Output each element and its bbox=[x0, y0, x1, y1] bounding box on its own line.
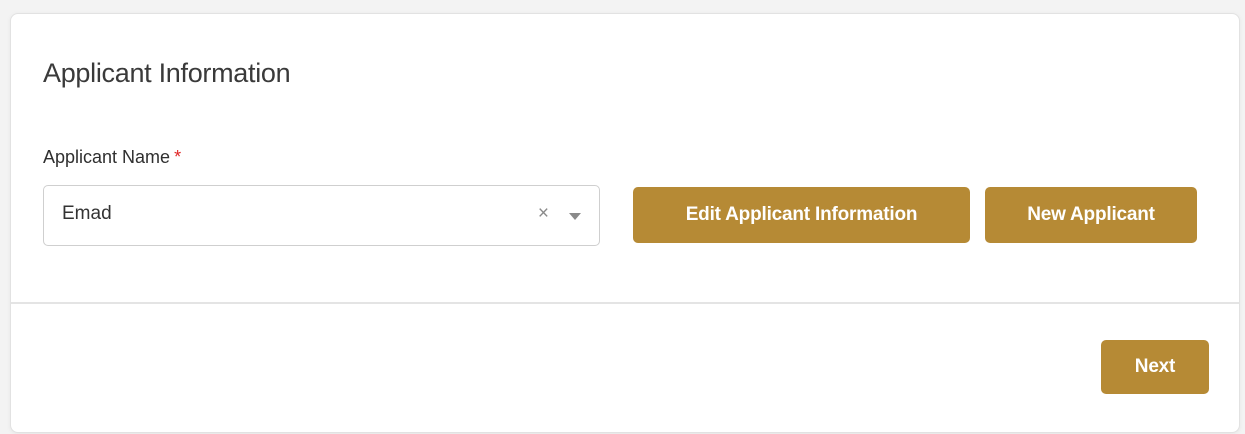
card-body: Applicant Information Applicant Name * Em… bbox=[11, 14, 1239, 302]
next-button[interactable]: Next bbox=[1101, 340, 1209, 394]
card-footer: Next bbox=[11, 304, 1239, 434]
applicant-name-label-text: Applicant Name bbox=[43, 147, 171, 167]
applicant-name-select[interactable]: Emad × bbox=[43, 185, 600, 246]
new-applicant-button[interactable]: New Applicant bbox=[985, 187, 1197, 243]
required-marker: * bbox=[174, 147, 182, 167]
applicant-name-value: Emad bbox=[62, 203, 112, 224]
close-icon[interactable]: × bbox=[538, 202, 549, 226]
section-title: Applicant Information bbox=[43, 58, 291, 88]
applicant-name-label: Applicant Name * bbox=[43, 147, 181, 168]
applicant-information-card: Applicant Information Applicant Name * Em… bbox=[10, 13, 1240, 433]
chevron-down-icon[interactable] bbox=[569, 213, 581, 220]
edit-applicant-information-button[interactable]: Edit Applicant Information bbox=[633, 187, 970, 243]
